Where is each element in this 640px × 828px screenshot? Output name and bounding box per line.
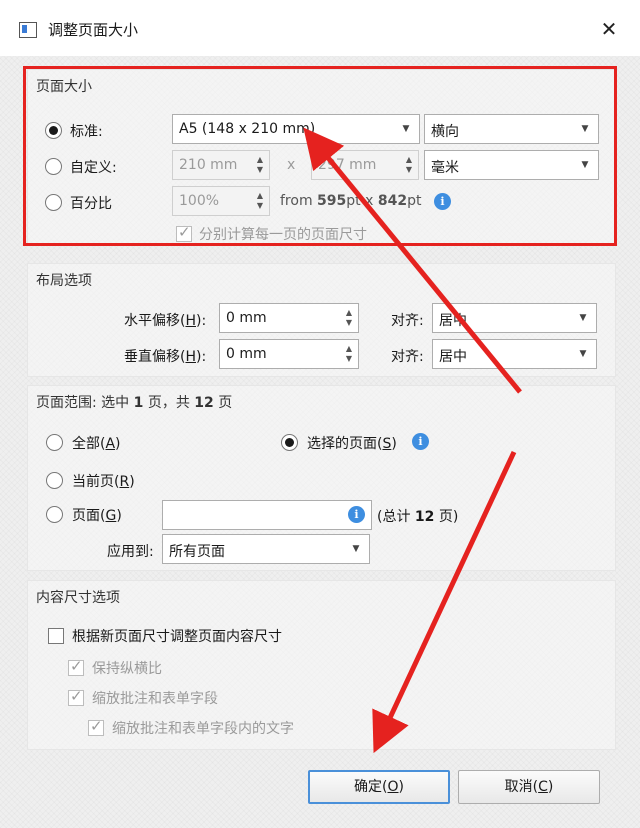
annotation-arrow-up — [303, 127, 522, 394]
annotation-arrows — [303, 127, 522, 754]
annotation-arrow-down — [372, 450, 517, 754]
